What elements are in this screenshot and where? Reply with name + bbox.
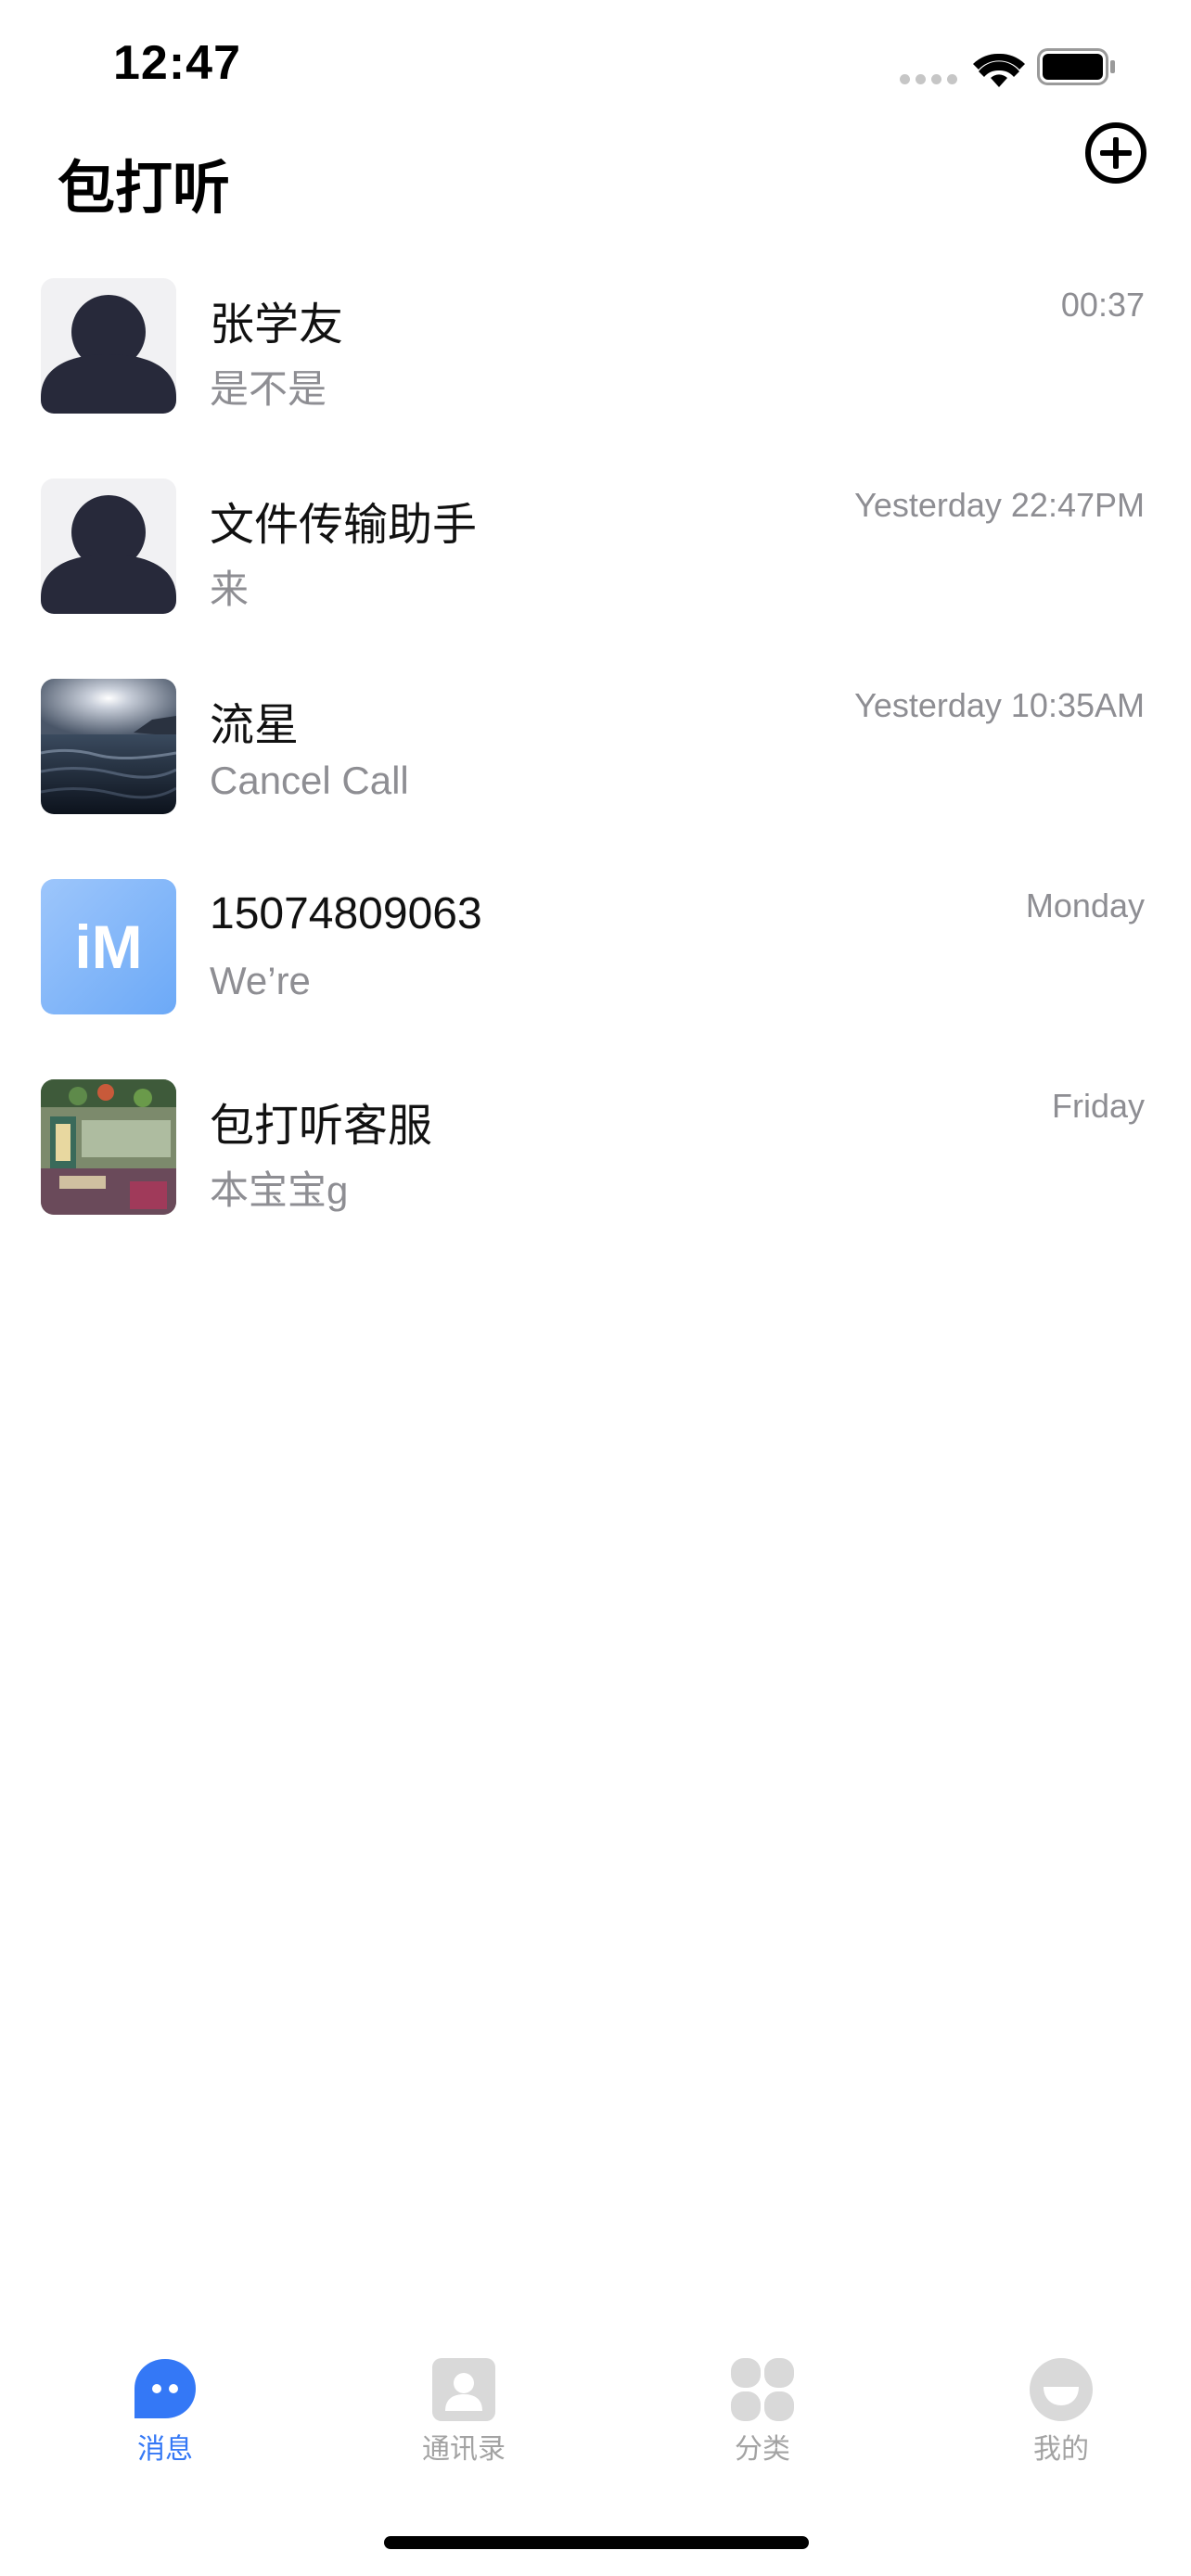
home-indicator	[384, 2536, 809, 2549]
plus-circle-icon	[1085, 122, 1146, 184]
chat-row-zhangxueyou[interactable]: 张学友 是不是 00:37	[0, 269, 1191, 469]
tab-label: 我的	[1033, 2434, 1089, 2465]
battery-icon	[1037, 48, 1115, 85]
cellular-signal-icon	[900, 72, 959, 85]
tab-label: 消息	[137, 2434, 193, 2465]
profile-icon	[1030, 2358, 1093, 2421]
shop-photo-avatar	[41, 1079, 176, 1215]
ocean-photo-avatar	[41, 679, 176, 814]
tab-bar: 消息 通讯录 分类 我的	[0, 2337, 1191, 2485]
grid-icon	[731, 2358, 794, 2421]
chat-bubble-icon	[134, 2359, 196, 2418]
chat-row-liuxing[interactable]: 流星 Cancel Call Yesterday 10:35AM	[0, 670, 1191, 870]
header: 包打听	[0, 121, 1191, 232]
avatar	[41, 1079, 176, 1215]
avatar	[41, 278, 176, 414]
status-bar: 12:47	[0, 0, 1191, 121]
chat-row-customer-service[interactable]: 包打听客服 本宝宝g Friday	[0, 1070, 1191, 1270]
tab-profile[interactable]: 我的	[968, 2337, 1154, 2485]
chat-row-file-transfer[interactable]: 文件传输助手 来 Yesterday 22:47PM	[0, 469, 1191, 670]
tab-label: 通讯录	[422, 2434, 506, 2465]
contacts-icon	[432, 2358, 495, 2421]
chat-time: 00:37	[1060, 286, 1145, 324]
chat-row-phone-number[interactable]: iM 15074809063 We’re Monday	[0, 870, 1191, 1070]
add-button[interactable]	[1083, 121, 1148, 185]
chat-preview: Cancel Call	[210, 759, 409, 802]
chat-name: 包打听客服	[210, 1102, 433, 1151]
app-screen: 12:47 包打听 张学友 是不是 00:37 文件传输助手 来 Yesterd…	[0, 0, 1191, 2576]
im-logo-avatar: iM	[41, 879, 176, 1014]
status-time: 12:47	[113, 36, 241, 90]
chat-time: Monday	[1025, 886, 1145, 925]
tab-categories[interactable]: 分类	[670, 2337, 855, 2485]
chat-time: Yesterday 22:47PM	[854, 486, 1145, 524]
default-person-avatar	[41, 478, 176, 614]
chat-preview: 本宝宝g	[210, 1168, 349, 1212]
chat-name: 张学友	[210, 300, 344, 350]
chat-time: Yesterday 10:35AM	[854, 686, 1145, 724]
chat-name: 流星	[210, 701, 300, 750]
page-title: 包打听	[58, 157, 231, 221]
chat-list: 张学友 是不是 00:37 文件传输助手 来 Yesterday 22:47PM	[0, 269, 1191, 1270]
avatar: iM	[41, 879, 176, 1014]
svg-text:iM: iM	[74, 912, 142, 981]
chat-preview: 来	[210, 567, 250, 611]
chat-name: 15074809063	[210, 889, 482, 938]
chat-name: 文件传输助手	[210, 501, 478, 550]
default-person-avatar	[41, 278, 176, 414]
chat-preview: We’re	[210, 959, 311, 1002]
wifi-icon	[973, 53, 1025, 87]
chat-preview: 是不是	[210, 367, 327, 411]
tab-label: 分类	[735, 2434, 790, 2465]
avatar	[41, 679, 176, 814]
tab-contacts[interactable]: 通讯录	[371, 2337, 557, 2485]
avatar	[41, 478, 176, 614]
chat-time: Friday	[1051, 1087, 1145, 1125]
tab-messages[interactable]: 消息	[72, 2337, 258, 2485]
